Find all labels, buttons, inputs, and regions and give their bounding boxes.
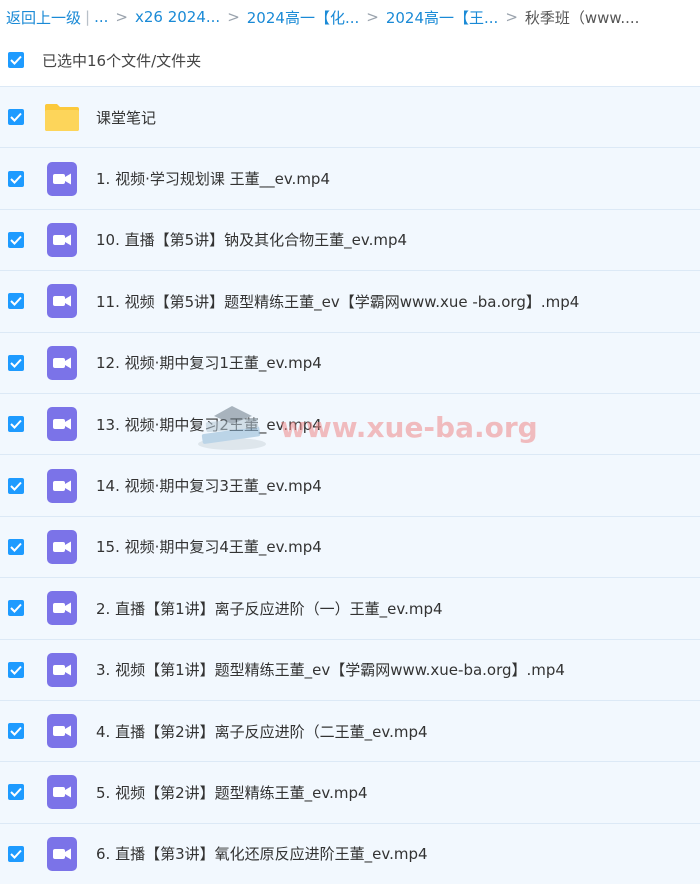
file-row[interactable]: 1. 视频·学习规划课 王董__ev.mp4: [0, 147, 700, 209]
selection-count: 已选中16个文件/文件夹: [42, 51, 202, 70]
file-name[interactable]: 6. 直播【第3讲】氧化还原反应进阶王董_ev.mp4: [96, 843, 428, 864]
file-row[interactable]: 4. 直播【第2讲】离子反应进阶（二王董_ev.mp4: [0, 699, 700, 762]
video-file-icon: [44, 774, 80, 810]
row-checkbox[interactable]: [8, 293, 24, 310]
file-row[interactable]: 2. 直播【第1讲】离子反应进阶（一）王董_ev.mp4: [0, 577, 700, 639]
file-list: 课堂笔记 1. 视频·学习规划课 王董__ev.mp4 10. 直播【第5讲】钠及其…: [0, 86, 700, 884]
file-row[interactable]: 10. 直播【第5讲】钠及其化合物王董_ev.mp4: [0, 208, 700, 271]
file-row[interactable]: 14. 视频·期中复习3王董_ev.mp4: [0, 454, 700, 516]
row-checkbox[interactable]: [8, 784, 24, 801]
file-name[interactable]: 1. 视频·学习规划课 王董__ev.mp4: [96, 168, 330, 189]
row-checkbox[interactable]: [8, 477, 24, 494]
breadcrumb-divider: |: [85, 8, 91, 26]
file-name[interactable]: 3. 视频【第1讲】题型精练王董_ev【学霸网www.xue-ba.org】.m…: [96, 659, 565, 680]
back-link[interactable]: 返回上一级: [6, 7, 81, 28]
video-file-icon: [44, 652, 80, 688]
row-checkbox[interactable]: [8, 354, 24, 371]
file-name[interactable]: 5. 视频【第2讲】题型精练王董_ev.mp4: [96, 782, 368, 803]
row-checkbox[interactable]: [8, 109, 24, 126]
row-checkbox[interactable]: [8, 538, 24, 555]
chevron-right-icon: >: [115, 8, 128, 26]
file-name[interactable]: 10. 直播【第5讲】钠及其化合物王董_ev.mp4: [96, 229, 407, 250]
row-checkbox[interactable]: [8, 845, 24, 862]
selection-bar: 已选中16个文件/文件夹: [0, 34, 700, 86]
video-file-icon: [44, 836, 80, 872]
row-checkbox[interactable]: [8, 416, 24, 433]
file-name[interactable]: 课堂笔记: [96, 107, 156, 128]
video-file-icon: [44, 222, 80, 258]
file-row[interactable]: 3. 视频【第1讲】题型精练王董_ev【学霸网www.xue-ba.org】.m…: [0, 638, 700, 700]
chevron-right-icon: >: [227, 8, 240, 26]
video-file-icon: [44, 345, 80, 381]
file-name[interactable]: 11. 视频【第5讲】题型精练王董_ev【学霸网www.xue -ba.org】…: [96, 291, 579, 312]
video-file-icon: [44, 161, 80, 197]
row-checkbox[interactable]: [8, 661, 24, 678]
file-name[interactable]: 2. 直播【第1讲】离子反应进阶（一）王董_ev.mp4: [96, 598, 443, 619]
video-file-icon: [44, 713, 80, 749]
video-file-icon: [44, 590, 80, 626]
file-name[interactable]: 15. 视频·期中复习4王董_ev.mp4: [96, 536, 322, 557]
video-file-icon: [44, 406, 80, 442]
video-file-icon: [44, 529, 80, 565]
row-checkbox[interactable]: [8, 170, 24, 187]
file-name[interactable]: 12. 视频·期中复习1王董_ev.mp4: [96, 352, 322, 373]
file-name[interactable]: 4. 直播【第2讲】离子反应进阶（二王董_ev.mp4: [96, 721, 428, 742]
file-row[interactable]: 5. 视频【第2讲】题型精练王董_ev.mp4: [0, 761, 700, 823]
video-file-icon: [44, 468, 80, 504]
file-row[interactable]: 12. 视频·期中复习1王董_ev.mp4: [0, 331, 700, 393]
file-name[interactable]: 13. 视频·期中复习2王董_ev.mp4: [96, 414, 322, 435]
breadcrumb-current: 秋季班（www....: [524, 8, 640, 27]
file-row[interactable]: 11. 视频【第5讲】题型精练王董_ev【学霸网www.xue -ba.org】…: [0, 270, 700, 332]
chevron-right-icon: >: [505, 8, 518, 26]
chevron-right-icon: >: [366, 8, 379, 26]
breadcrumb-item[interactable]: x26 2024...: [135, 8, 220, 26]
breadcrumb-item[interactable]: 2024高一【化...: [247, 7, 359, 28]
select-all-checkbox[interactable]: [8, 52, 24, 68]
row-checkbox[interactable]: [8, 600, 24, 617]
breadcrumb-item[interactable]: 2024高一【王...: [386, 7, 498, 28]
file-name[interactable]: 14. 视频·期中复习3王董_ev.mp4: [96, 475, 322, 496]
file-row[interactable]: 课堂笔记: [0, 86, 700, 148]
row-checkbox[interactable]: [8, 723, 24, 740]
video-file-icon: [44, 283, 80, 319]
breadcrumb-ellipsis[interactable]: ...: [94, 8, 108, 26]
folder-icon: [44, 99, 80, 135]
file-row[interactable]: 13. 视频·期中复习2王董_ev.mp4: [0, 392, 700, 455]
file-row[interactable]: 15. 视频·期中复习4王董_ev.mp4: [0, 515, 700, 578]
row-checkbox[interactable]: [8, 231, 24, 248]
breadcrumb: 返回上一级 | ... > x26 2024... > 2024高一【化... …: [0, 0, 700, 34]
